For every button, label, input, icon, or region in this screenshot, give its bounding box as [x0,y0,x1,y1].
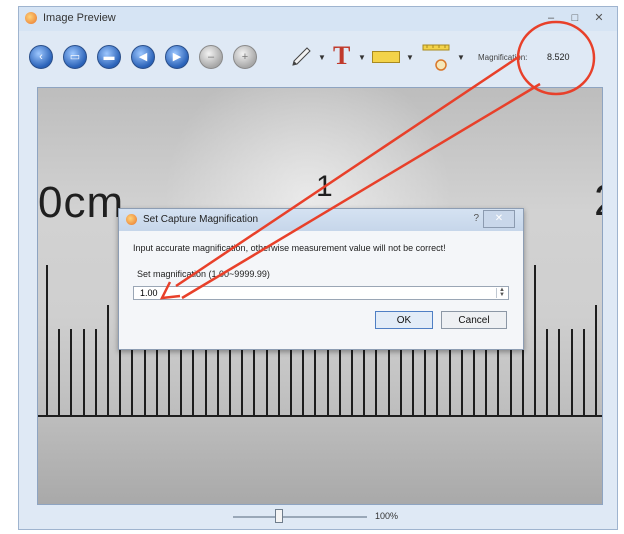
ruler-tick [82,329,85,415]
dialog-title: Set Capture Magnification [143,214,259,225]
ruler-tick [534,265,536,415]
dialog-body: Input accurate magnification, otherwise … [119,231,523,349]
ruler-label-1: 1 [316,170,333,203]
text-tool-icon[interactable]: T [333,41,350,71]
rectangle-dropdown-icon[interactable]: ▼ [406,53,414,62]
ruler-tick [595,305,597,415]
rectangle-tool-icon[interactable] [372,51,400,63]
minimize-button[interactable]: – [539,10,563,26]
set-magnification-dialog: Set Capture Magnification ? ✕ Input accu… [118,208,524,350]
ok-button[interactable]: OK [375,311,433,329]
ruler-tick [582,329,585,415]
zoom-slider-track[interactable] [233,516,367,518]
document-button[interactable]: ▭ [63,45,87,69]
zoom-out-button[interactable]: – [199,45,223,69]
ruler-tick [58,329,61,415]
close-button[interactable]: ✕ [587,10,611,26]
help-button[interactable]: ? [473,213,479,224]
zoom-in-icon: + [241,51,249,63]
document-icon: ▭ [69,51,81,63]
back-button[interactable]: ‹ [29,45,53,69]
ruler-tick [94,329,97,415]
zoom-in-button[interactable]: + [233,45,257,69]
ruler-tick [546,329,549,415]
maximize-button[interactable]: □ [563,10,587,26]
ruler-tick [570,329,573,415]
ruler-tick [70,329,73,415]
dialog-app-icon [126,214,137,225]
spin-arrows-icon[interactable]: ▲ ▼ [496,287,507,298]
pencil-icon[interactable] [289,47,313,67]
title-bar: Image Preview – □ ✕ [19,7,617,31]
print-icon: ▬ [103,51,115,63]
ruler-label-0cm: 0cm [38,178,125,227]
back-icon: ‹ [39,51,43,63]
magnification-label: Magnification: [478,53,528,62]
magnification-value[interactable]: 8.520 [547,49,587,65]
app-icon [25,12,37,24]
dialog-message: Input accurate magnification, otherwise … [133,243,446,253]
ruler-tick [107,305,109,415]
measure-tool-icon[interactable] [421,41,453,73]
text-dropdown-icon[interactable]: ▼ [358,53,366,62]
ruler-baseline [38,415,602,417]
zoom-out-icon: – [207,51,215,63]
dialog-title-bar: Set Capture Magnification ? ✕ [119,209,523,231]
dialog-close-button[interactable]: ✕ [483,210,515,228]
ruler-tick [46,265,48,415]
window-title: Image Preview [43,12,116,24]
print-button[interactable]: ▬ [97,45,121,69]
magnification-input-value: 1.00 [140,288,158,298]
zoom-slider-thumb[interactable] [275,509,283,523]
ruler-label-2: 2 [594,176,602,226]
status-bar: 100% [19,505,617,529]
next-button[interactable]: ▶ [165,45,189,69]
ruler-tick [558,329,561,415]
pencil-dropdown-icon[interactable]: ▼ [318,53,326,62]
zoom-level: 100% [375,511,399,521]
window-controls: – □ ✕ [539,10,611,26]
cancel-button[interactable]: Cancel [441,311,507,329]
measure-dropdown-icon[interactable]: ▼ [457,53,465,62]
magnification-input[interactable]: 1.00 ▲ ▼ [133,286,509,300]
magnification-range-label: Set magnification (1.00~9999.99) [137,269,270,279]
prev-icon: ◀ [138,51,148,63]
previous-button[interactable]: ◀ [131,45,155,69]
next-icon: ▶ [172,51,182,63]
toolbar: ‹ ▭ ▬ ◀ ▶ – + ▼ T ▼ ▼ ▼ Magnification: 8… [27,35,609,79]
